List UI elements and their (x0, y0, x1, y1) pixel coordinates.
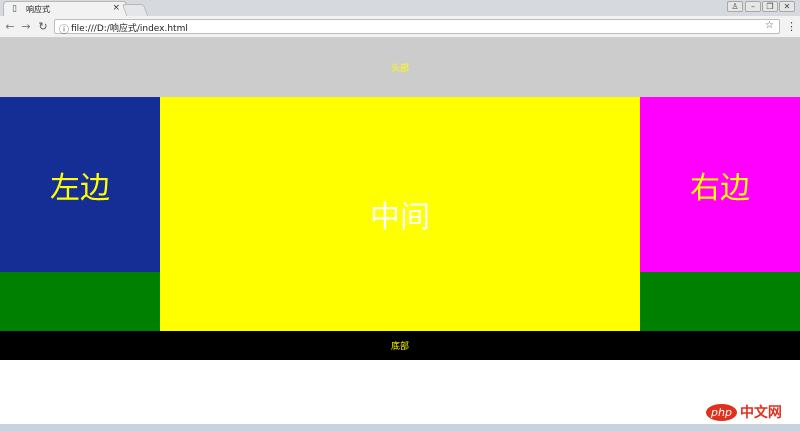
page-footer: 底部 (0, 331, 800, 360)
header-label: 头部 (390, 64, 409, 74)
site-watermark: php 中文网 (706, 402, 782, 422)
browser-toolbar: ← → ↻ ⓘ file:///D:/响应式/index.html ☆ ⋮ (0, 16, 800, 38)
page-icon: ▯ (12, 4, 17, 14)
left-label: 左边 (50, 170, 110, 206)
user-icon[interactable]: ♙ (727, 1, 743, 12)
right-column: 右边 (640, 97, 800, 272)
browser-tab[interactable]: ▯ 响应式 × (3, 1, 127, 16)
back-icon[interactable]: ← (3, 20, 17, 33)
menu-icon[interactable]: ⋮ (786, 20, 797, 33)
page-header: 头部 (0, 38, 800, 97)
center-label: 中间 (370, 200, 430, 235)
info-icon[interactable]: ⓘ (59, 21, 69, 36)
right-bottom-block (640, 272, 800, 331)
watermark-badge: php (706, 403, 737, 421)
page-content: 头部 左边 中间 右边 底部 (0, 38, 800, 431)
center-column: 中间 (160, 97, 640, 331)
right-label: 右边 (690, 170, 750, 206)
url-text[interactable]: file:///D:/响应式/index.html (71, 21, 188, 34)
watermark-text: 中文网 (739, 405, 782, 421)
close-icon[interactable]: ✕ (779, 1, 795, 12)
tab-strip: ▯ 响应式 × ♙ – ❐ ✕ (0, 0, 800, 16)
os-taskbar (0, 424, 800, 431)
footer-label: 底部 (390, 342, 409, 352)
tab-close-button[interactable]: × (112, 3, 120, 13)
address-bar[interactable]: ⓘ file:///D:/响应式/index.html ☆ (54, 19, 780, 36)
tab-title: 响应式 (26, 5, 50, 14)
left-column: 左边 (0, 97, 160, 272)
restore-icon[interactable]: ❐ (762, 1, 778, 12)
forward-icon[interactable]: → (19, 20, 33, 33)
new-tab-button[interactable] (121, 4, 149, 16)
left-bottom-block (0, 272, 160, 331)
minimize-icon[interactable]: – (745, 1, 761, 12)
reload-icon[interactable]: ↻ (36, 20, 50, 33)
bookmark-star-icon[interactable]: ☆ (765, 20, 774, 31)
